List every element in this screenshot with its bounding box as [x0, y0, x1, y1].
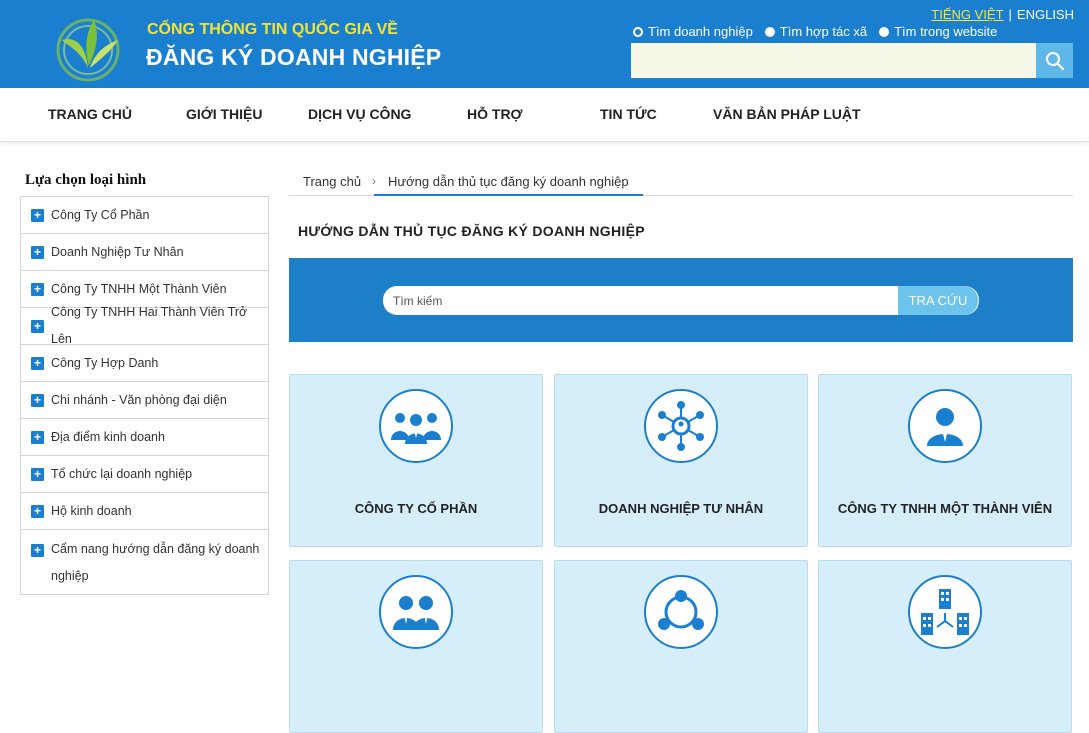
- sidebar-list: + Công Ty Cổ Phần + Doanh Nghiệp Tư Nhân +…: [20, 196, 269, 595]
- sidebar-item-reorganization[interactable]: + Tổ chức lại doanh nghiệp: [21, 456, 268, 493]
- main-nav: TRANG CHỦ GIỚI THIỆU DỊCH VỤ CÔNG HỖ TRỢ…: [0, 88, 1089, 142]
- radio-label: Tìm doanh nghiệp: [648, 24, 753, 39]
- group-people-icon: [391, 413, 441, 444]
- search-scope-options: Tìm doanh nghiệp Tìm hợp tác xã Tìm tron…: [633, 24, 997, 39]
- plus-icon: +: [31, 393, 44, 407]
- plus-icon: +: [31, 319, 44, 333]
- card-label: CÔNG TY TNHH MỘT THÀNH VIÊN: [837, 501, 1053, 516]
- radio-dot-icon: [633, 26, 643, 37]
- radio-find-cooperative[interactable]: Tìm hợp tác xã: [764, 24, 868, 39]
- sidebar-title: Lựa chọn loại hình: [25, 172, 147, 188]
- plus-icon: +: [31, 282, 44, 296]
- circle-badge: [908, 575, 982, 649]
- plus-icon: +: [31, 544, 44, 557]
- nav-news[interactable]: TIN TỨC: [600, 106, 657, 122]
- buildings-icon: [921, 589, 969, 635]
- circle-badge: [908, 389, 982, 463]
- header-search-input[interactable]: [631, 43, 1036, 78]
- sidebar-item-llc-multi[interactable]: + Công Ty TNHH Hai Thành Viên Trở Lên: [21, 305, 268, 346]
- sidebar-item-household-business[interactable]: + Hộ kinh doanh: [21, 493, 268, 530]
- nav-public-services[interactable]: DỊCH VỤ CÔNG: [308, 106, 411, 122]
- sidebar-item-label: Cẩm nang hướng dẫn đăng ký doanh nghiệp: [51, 542, 260, 583]
- header-search-button[interactable]: [1036, 43, 1073, 78]
- sidebar-item-handbook[interactable]: + Cẩm nang hướng dẫn đăng ký doanh nghiệp: [21, 530, 268, 594]
- lang-english-link[interactable]: ENGLISH: [1017, 7, 1074, 22]
- plus-icon: +: [31, 356, 44, 370]
- card-partnership[interactable]: [554, 560, 808, 733]
- language-switcher: TIẾNG VIỆT | ENGLISH: [931, 7, 1074, 22]
- lang-vietnamese-link[interactable]: TIẾNG VIỆT: [931, 7, 1003, 22]
- card-label: DOANH NGHIỆP TƯ NHÂN: [598, 501, 764, 516]
- person-icon: [927, 408, 963, 446]
- card-joint-stock[interactable]: CÔNG TY CỔ PHẦN: [289, 374, 543, 547]
- card-label: CÔNG TY CỔ PHẦN: [354, 501, 478, 516]
- circle-badge: [379, 389, 453, 463]
- card-llc-single[interactable]: CÔNG TY TNHH MỘT THÀNH VIÊN: [818, 374, 1072, 547]
- brand-title[interactable]: ĐĂNG KÝ DOANH NGHIỆP: [146, 44, 441, 71]
- leaf-logo-icon[interactable]: [50, 10, 130, 84]
- radio-dot-icon: [764, 26, 775, 37]
- page-title: HƯỚNG DẪN THỦ TỤC ĐĂNG KÝ DOANH NGHIỆP: [298, 223, 645, 239]
- plus-icon: +: [31, 504, 44, 518]
- plus-icon: +: [31, 430, 44, 444]
- sidebar-item-label: Công Ty Hợp Danh: [51, 355, 159, 370]
- lookup-button[interactable]: TRA CỨU: [898, 286, 978, 315]
- sidebar-item-label: Công Ty Cổ Phần: [51, 207, 150, 222]
- network-icon: [658, 401, 704, 451]
- circle-badge: [379, 575, 453, 649]
- circle-badge: [644, 389, 718, 463]
- sidebar-item-label: Chi nhánh - Văn phòng đại diện: [51, 392, 227, 407]
- sidebar-item-business-location[interactable]: + Địa điểm kinh doanh: [21, 419, 268, 456]
- sidebar-item-label: Địa điểm kinh doanh: [51, 429, 165, 444]
- sidebar-item-branch-office[interactable]: + Chi nhánh - Văn phòng đại diện: [21, 382, 268, 419]
- site-header: CỔNG THÔNG TIN QUỐC GIA VỀ ĐĂNG KÝ DOANH…: [0, 0, 1089, 88]
- brand-subtitle: CỔNG THÔNG TIN QUỐC GIA VỀ: [147, 21, 398, 38]
- nav-support[interactable]: HỖ TRỢ: [467, 106, 523, 122]
- sidebar-item-joint-stock[interactable]: + Công Ty Cổ Phần: [21, 197, 268, 234]
- circle-badge: [644, 575, 718, 649]
- two-people-icon: [393, 596, 439, 630]
- sidebar-item-private-enterprise[interactable]: + Doanh Nghiệp Tư Nhân: [21, 234, 268, 271]
- radio-find-website[interactable]: Tìm trong website: [879, 24, 997, 39]
- sidebar-item-label: Doanh Nghiệp Tư Nhân: [51, 244, 184, 259]
- radio-label: Tìm trong website: [894, 24, 998, 39]
- card-branch[interactable]: [818, 560, 1072, 733]
- sidebar-item-label: Công Ty TNHH Hai Thành Viên Trở Lên: [51, 305, 248, 346]
- lang-separator: |: [1008, 7, 1012, 22]
- card-llc-multi[interactable]: [289, 560, 543, 733]
- sidebar-item-label: Tổ chức lại doanh nghiệp: [51, 466, 193, 481]
- nav-about[interactable]: GIỚI THIỆU: [186, 106, 263, 122]
- breadcrumb-home-link[interactable]: Trang chủ: [303, 174, 361, 189]
- search-icon: [1045, 51, 1064, 70]
- nav-home[interactable]: TRANG CHỦ: [48, 106, 132, 122]
- breadcrumb: Trang chủ › Hướng dẫn thủ tục đăng ký do…: [289, 165, 1073, 196]
- breadcrumb-current: Hướng dẫn thủ tục đăng ký doanh nghiệp: [374, 165, 643, 196]
- plus-icon: +: [31, 467, 44, 481]
- lookup-panel: TRA CỨU: [289, 258, 1073, 342]
- plus-icon: +: [31, 245, 44, 259]
- card-private-enterprise[interactable]: DOANH NGHIỆP TƯ NHÂN: [554, 374, 808, 547]
- plus-icon: +: [31, 208, 44, 222]
- partnership-cycle-icon: [658, 590, 704, 630]
- nav-legal-documents[interactable]: VĂN BẢN PHÁP LUẬT: [713, 106, 861, 122]
- radio-find-business[interactable]: Tìm doanh nghiệp: [633, 24, 753, 39]
- radio-label: Tìm hợp tác xã: [779, 24, 868, 39]
- lookup-search-input[interactable]: [383, 286, 979, 315]
- radio-dot-icon: [879, 26, 890, 37]
- sidebar-item-label: Hộ kinh doanh: [51, 503, 132, 518]
